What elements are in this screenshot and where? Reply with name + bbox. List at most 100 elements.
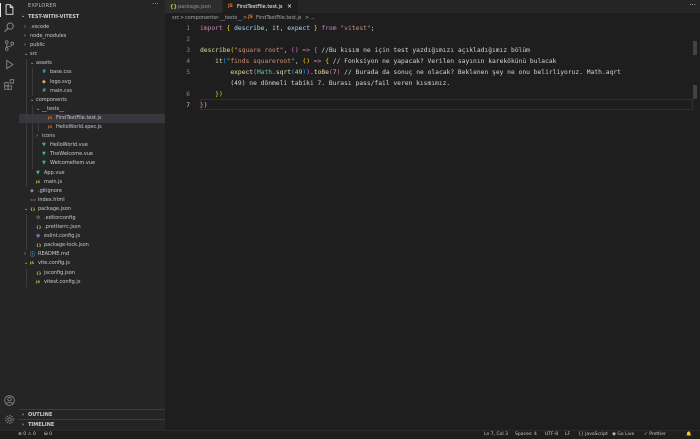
tree-item[interactable]: {} package-lock.json	[19, 241, 165, 251]
tree-item-label: logo.svg	[50, 78, 71, 85]
tree-item[interactable]: # base.css	[19, 68, 165, 78]
tree-item[interactable]: {} .prettierrc.json	[19, 223, 165, 233]
bell-icon[interactable]: 🔔	[686, 432, 692, 437]
tree-item-label: vitest.config.js	[44, 278, 81, 285]
tree-item[interactable]: JS HelloWorld.spec.js	[19, 123, 165, 133]
code-line-1: import { describe, it, expect } from "vi…	[200, 25, 375, 32]
indent-guide	[26, 150, 27, 160]
breadcrumb-tests[interactable]: __tests__	[220, 15, 242, 21]
project-header[interactable]: ⌄ TEST-WITH-VITEST	[19, 13, 165, 22]
encoding[interactable]: UTF-8	[545, 432, 558, 437]
close-icon[interactable]: ×	[287, 3, 292, 10]
tree-item[interactable]: ⌄ JS vite.config.js	[19, 259, 165, 268]
indent-guide	[26, 95, 27, 105]
code-line-5-wrap: (49) ne dönmeli tabiki 7. Burası pass/fa…	[230, 80, 451, 87]
json-file-icon: {}	[30, 205, 36, 211]
tree-item-label: main.css	[50, 87, 73, 94]
vue-file-icon: ▼	[42, 151, 46, 158]
tree-item[interactable]: ▼ TheWelcome.vue	[19, 150, 165, 160]
problems-indicator[interactable]: ⊗ 0 ⚠ 0	[18, 432, 36, 437]
tree-item[interactable]: ⌄ assets	[19, 59, 165, 69]
tree-item[interactable]: ⌄ __tests__	[19, 104, 165, 114]
tree-item-label: components	[36, 96, 67, 103]
tree-item[interactable]: ⌄ src	[19, 50, 165, 59]
vue-file-icon: ▼	[42, 160, 46, 167]
tree-item[interactable]: ⌄ components	[19, 95, 165, 105]
breadcrumb-file[interactable]: FirstTestFile.test.js	[256, 15, 302, 21]
gear-icon[interactable]	[4, 414, 15, 425]
timeline-section[interactable]: › TIMELINE	[19, 419, 165, 430]
indentation[interactable]: Spaces: 4	[515, 432, 537, 437]
code-content[interactable]: import { describe, it, expect } from "vi…	[200, 23, 621, 109]
tree-item[interactable]: › public	[19, 41, 165, 50]
js-icon: JS	[248, 15, 253, 20]
js-icon: JS	[228, 4, 233, 9]
account-icon[interactable]	[4, 395, 15, 406]
indent-guide	[26, 59, 27, 69]
tree-item-label: README.md	[38, 251, 70, 258]
indent-guide	[26, 213, 27, 224]
tree-item-label: assets	[36, 60, 52, 67]
tree-item[interactable]: › ⓘ README.md	[19, 250, 165, 259]
readme-file-icon: ⓘ	[30, 252, 36, 259]
tree-item[interactable]: ⚙ .editorconfig	[19, 213, 165, 224]
line-number: 2	[186, 36, 190, 43]
cursor-position[interactable]: Ln 7, Col 3	[484, 432, 508, 437]
tree-item[interactable]: ▼ WelcomeItem.vue	[19, 159, 165, 169]
ports-indicator[interactable]: ⛁ 0	[44, 432, 52, 437]
breadcrumb-src[interactable]: src	[172, 15, 179, 21]
editor-scrollbar[interactable]	[693, 23, 700, 430]
code-editor[interactable]: 1 2 3 4 5 6 7 import { describe, it, expect } …	[165, 23, 700, 430]
breadcrumb-symbols[interactable]: ...	[310, 15, 315, 21]
tree-item[interactable]: {} jsconfig.json	[19, 268, 165, 278]
go-live-button[interactable]: ◉ Go Live	[612, 432, 634, 437]
tree-item[interactable]: # main.css	[19, 86, 165, 96]
indent-guide	[26, 241, 27, 251]
indent-guide	[26, 168, 27, 178]
tree-item[interactable]: ▼ HelloWorld.vue	[19, 141, 165, 151]
test-file-icon: JS	[48, 124, 53, 130]
tree-item[interactable]: › icons	[19, 132, 165, 142]
tree-item-label: .vscode	[30, 24, 50, 30]
tree-item[interactable]: › .vscode	[19, 23, 165, 32]
tab-label: FirstTestFile.test.js	[237, 4, 283, 10]
tree-item[interactable]: ▼ App.vue	[19, 168, 165, 178]
prettier-status[interactable]: ✓ Prettier	[644, 432, 666, 437]
tree-item[interactable]: JS main.js	[19, 177, 165, 187]
tree-item[interactable]: ⌄{} package.json	[19, 205, 165, 214]
chevron-right-icon: ›	[24, 42, 26, 49]
test-file-icon: JS	[48, 114, 53, 120]
scrollbar-thumb[interactable]	[693, 41, 697, 55]
tab-package-json[interactable]: {} package.json	[165, 0, 222, 13]
language-mode[interactable]: {} JavaScript	[578, 432, 608, 437]
breadcrumb-components[interactable]: components	[185, 15, 216, 21]
tree-item[interactable]: › node_modules	[19, 32, 165, 41]
run-debug-icon[interactable]	[4, 59, 15, 70]
line-endings[interactable]: LF	[565, 432, 570, 437]
explorer-more-icon[interactable]: ···	[152, 0, 159, 8]
code-line-4: it("finds squareroot", () => { // Fonksi…	[215, 58, 557, 65]
tree-item[interactable]: ◆ .gitignore	[19, 187, 165, 196]
files-icon[interactable]	[4, 4, 15, 15]
js-file-icon: JS	[36, 278, 41, 284]
source-control-icon[interactable]	[4, 40, 15, 51]
chevron-right-icon: ›	[24, 24, 26, 30]
indent-guide	[32, 104, 33, 114]
chevron-right-icon: ›	[22, 422, 25, 428]
tab-first-test-file[interactable]: JS FirstTestFile.test.js ×	[223, 0, 298, 13]
indent-guide	[26, 177, 27, 187]
editor-tabs: {} package.json JS FirstTestFile.test.js…	[165, 0, 700, 13]
chevron-down-icon: ⌄	[30, 96, 35, 103]
indent-guide	[38, 113, 39, 124]
tree-item[interactable]: JS FirstTestFile.test.js	[19, 113, 165, 124]
editor-more-icon[interactable]: ···	[689, 1, 696, 9]
tree-item[interactable]: <> index.html	[19, 196, 165, 205]
tree-item[interactable]: ◉ eslint.config.js	[19, 232, 165, 242]
tree-item[interactable]: ◆ logo.svg	[19, 77, 165, 87]
tree-item-label: FirstTestFile.test.js	[56, 114, 102, 121]
line-number: 5	[186, 69, 190, 76]
tree-item[interactable]: JS vitest.config.js	[19, 277, 165, 287]
chevron-down-icon: ⌄	[24, 51, 29, 58]
extensions-icon[interactable]	[4, 79, 15, 90]
search-icon[interactable]	[4, 22, 15, 33]
